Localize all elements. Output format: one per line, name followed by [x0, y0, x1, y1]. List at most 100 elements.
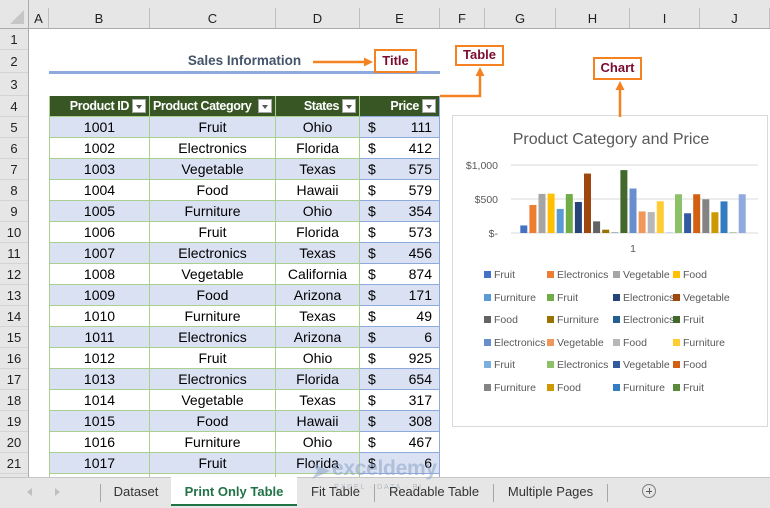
cell-state[interactable]: Hawaii [276, 411, 360, 432]
legend-item[interactable]: Food [673, 268, 707, 282]
column-header-i[interactable]: I [630, 8, 700, 28]
legend-item[interactable]: Food [484, 313, 518, 327]
cell-state[interactable]: Florida [276, 138, 360, 159]
cell-price[interactable]: $654 [360, 369, 440, 390]
legend-item[interactable]: Furniture [673, 336, 725, 350]
cell-price[interactable]: $49 [360, 306, 440, 327]
column-header-g[interactable]: G [485, 8, 556, 28]
row-header[interactable]: 17 [0, 369, 28, 390]
filter-dropdown-icon[interactable] [258, 99, 272, 113]
legend-item[interactable]: Furniture [613, 381, 665, 395]
cell-state[interactable]: Arizona [276, 327, 360, 348]
cell-product-id[interactable]: 1008 [49, 264, 150, 285]
row-header[interactable]: 1 [0, 29, 28, 50]
cell-product-category[interactable]: Electronics [150, 138, 276, 159]
filter-dropdown-icon[interactable] [342, 99, 356, 113]
column-header-a[interactable]: A [29, 8, 49, 28]
cell-product-id[interactable]: 1014 [49, 390, 150, 411]
row-header[interactable]: 3 [0, 73, 28, 96]
cell-product-id[interactable]: 1007 [49, 243, 150, 264]
legend-item[interactable]: Food [673, 358, 707, 372]
cell-price[interactable]: $317 [360, 390, 440, 411]
cell-price[interactable]: $874 [360, 264, 440, 285]
tab-fit-table[interactable]: Fit Table [297, 478, 374, 505]
cell-product-category[interactable]: Furniture [150, 432, 276, 453]
cell-product-category[interactable]: Vegetable [150, 264, 276, 285]
cell-product-id[interactable]: 1011 [49, 327, 150, 348]
column-header-j[interactable]: J [700, 8, 770, 28]
tab-multiple-pages[interactable]: Multiple Pages [494, 478, 607, 505]
cell-price[interactable]: $456 [360, 243, 440, 264]
header-product-id[interactable]: Product ID [49, 96, 150, 117]
cell-product-category[interactable]: Vegetable [150, 159, 276, 180]
column-header-h[interactable]: H [556, 8, 630, 28]
legend-item[interactable]: Fruit [673, 381, 704, 395]
tab-print-only-table[interactable]: Print Only Table [171, 477, 297, 506]
row-header[interactable]: 7 [0, 159, 28, 180]
bar-chart[interactable]: Product Category and Price $- $500 $1,000 1 … [452, 115, 768, 427]
add-sheet-plus-icon[interactable] [642, 484, 656, 498]
row-header[interactable]: 5 [0, 117, 28, 138]
cell-product-id[interactable]: 1006 [49, 222, 150, 243]
cell-state[interactable]: Arizona [276, 285, 360, 306]
legend-item[interactable]: Electronics [547, 268, 608, 282]
cell-state[interactable]: Texas [276, 159, 360, 180]
row-header[interactable]: 16 [0, 348, 28, 369]
cell-price[interactable]: $412 [360, 138, 440, 159]
cell-product-category[interactable]: Food [150, 411, 276, 432]
cell-product-category[interactable]: Electronics [150, 243, 276, 264]
row-header[interactable]: 8 [0, 180, 28, 201]
legend-item[interactable]: Electronics [613, 291, 674, 305]
cell-price[interactable]: $467 [360, 432, 440, 453]
legend-item[interactable]: Electronics [547, 358, 608, 372]
row-header[interactable]: 4 [0, 96, 28, 117]
row-header[interactable]: 15 [0, 327, 28, 348]
select-all-button[interactable] [0, 0, 29, 28]
cell-product-id[interactable]: 1003 [49, 159, 150, 180]
cell-state[interactable]: Florida [276, 453, 360, 474]
row-header[interactable]: 12 [0, 264, 28, 285]
cell-state[interactable]: Hawaii [276, 180, 360, 201]
legend-item[interactable]: Vegetable [613, 268, 670, 282]
cell-product-id[interactable]: 1015 [49, 411, 150, 432]
row-header[interactable]: 20 [0, 432, 28, 453]
cell-product-category[interactable]: Fruit [150, 117, 276, 138]
cell-product-category[interactable]: Furniture [150, 201, 276, 222]
cell-product-category[interactable]: Fruit [150, 453, 276, 474]
row-header[interactable]: 18 [0, 390, 28, 411]
cell-product-category[interactable]: Fruit [150, 222, 276, 243]
legend-item[interactable]: Furniture [484, 291, 536, 305]
filter-dropdown-icon[interactable] [422, 99, 436, 113]
legend-item[interactable]: Furniture [547, 313, 599, 327]
cell-product-id[interactable]: 1002 [49, 138, 150, 159]
cell-price[interactable]: $6 [360, 453, 440, 474]
cell-state[interactable]: Ohio [276, 348, 360, 369]
row-header[interactable]: 6 [0, 138, 28, 159]
column-header-b[interactable]: B [49, 8, 150, 28]
cell-product-id[interactable]: 1013 [49, 369, 150, 390]
column-header-e[interactable]: E [360, 8, 440, 28]
table-callout[interactable]: Table [455, 45, 504, 66]
cell-state[interactable]: Texas [276, 306, 360, 327]
tab-dataset[interactable]: Dataset [101, 478, 171, 505]
cell-state[interactable]: Texas [276, 243, 360, 264]
row-header[interactable]: 19 [0, 411, 28, 432]
cell-product-id[interactable]: 1009 [49, 285, 150, 306]
cell-product-category[interactable]: Fruit [150, 348, 276, 369]
cell-price[interactable]: $575 [360, 159, 440, 180]
cell-product-category[interactable]: Electronics [150, 369, 276, 390]
cell-state[interactable]: Ohio [276, 201, 360, 222]
column-header-f[interactable]: F [440, 8, 485, 28]
scroll-tabs-left-icon[interactable] [27, 488, 32, 496]
legend-item[interactable]: Fruit [484, 268, 515, 282]
cell-product-id[interactable]: 1012 [49, 348, 150, 369]
cell-price[interactable]: $925 [360, 348, 440, 369]
header-product-category[interactable]: Product Category [150, 96, 276, 117]
column-header-c[interactable]: C [150, 8, 276, 28]
column-header-d[interactable]: D [276, 8, 360, 28]
tab-readable-table[interactable]: Readable Table [375, 478, 493, 505]
legend-item[interactable]: Vegetable [547, 336, 604, 350]
legend-item[interactable]: Electronics [613, 313, 674, 327]
cell-product-id[interactable]: 1010 [49, 306, 150, 327]
cell-price[interactable]: $171 [360, 285, 440, 306]
